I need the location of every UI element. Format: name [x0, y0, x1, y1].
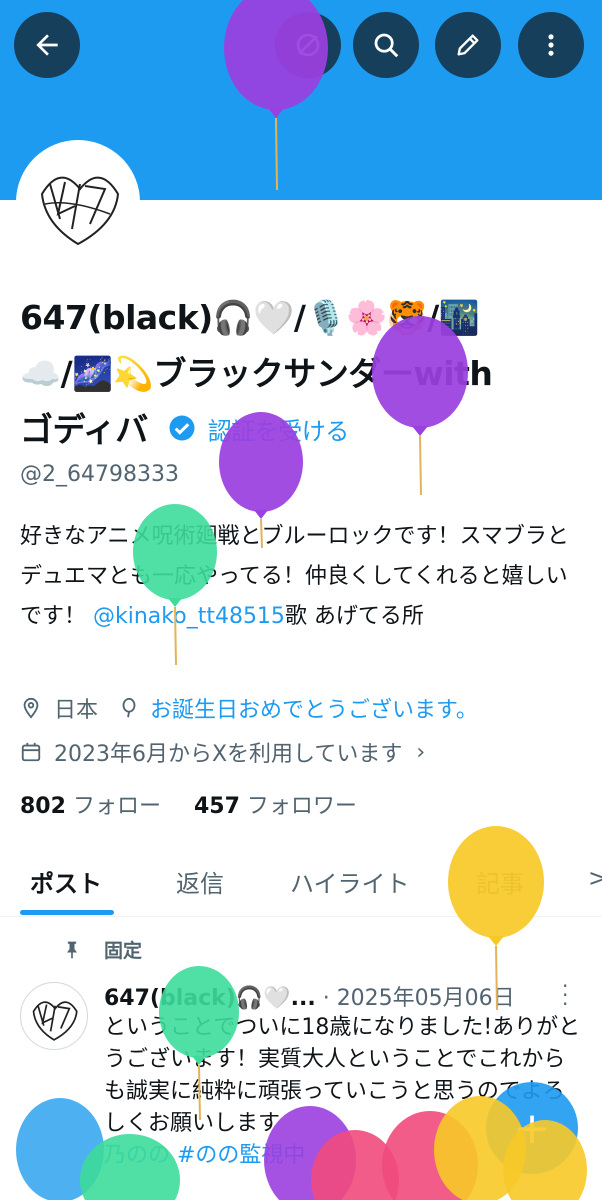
profile-birthday[interactable]: お誕生日おめでとうございます。 [150, 692, 478, 724]
search-icon [374, 33, 399, 58]
profile-location: 日本 [54, 698, 99, 723]
compose-button[interactable]: + [486, 1082, 578, 1174]
profile-handle: @2_64798333 [20, 462, 179, 487]
more-vertical-icon [548, 34, 554, 56]
profile-name: 647(black)🎧🤍/🎙️🌸🐯/🌃 ☁️/🌌💫ブラックサンダーwith ゴデ… [20, 290, 580, 460]
edit-icon [457, 34, 479, 56]
grok-button[interactable] [275, 12, 341, 78]
profile-name-line2: ☁️/🌌💫ブラックサンダーwith [20, 354, 493, 393]
tab-active-indicator [20, 910, 114, 915]
balloon-icon [122, 697, 136, 718]
followers-link[interactable]: 457 フォロワー [194, 794, 357, 819]
bio-mention-link[interactable]: @kinako_tt48515 [93, 604, 285, 629]
followers-count: 457 [193, 794, 240, 819]
search-button[interactable] [353, 12, 419, 78]
profile-joined: 2023年6月からXを利用しています [54, 742, 403, 767]
pinned-label: 固定 [104, 940, 143, 962]
chevron-right-icon: › [416, 739, 426, 765]
followers-label: フォロワー [246, 794, 357, 819]
tab-articles[interactable]: 記事 [476, 864, 524, 899]
profile-tabs: ポスト 返信 ハイライト 記事 > [0, 850, 602, 917]
post-author[interactable]: 647(black)🎧🤍... [104, 986, 316, 1011]
profile-avatar[interactable] [16, 140, 140, 264]
back-button[interactable] [14, 12, 80, 78]
avatar-scribble [32, 1001, 78, 1041]
grok-icon [296, 33, 320, 57]
profile-name-line1: 647(black)🎧🤍/🎙️🌸🐯/🌃 [20, 298, 480, 337]
post-header: 647(black)🎧🤍... · 2025年05月06日 [104, 980, 515, 1012]
profile-name-line3: ゴディバ [20, 410, 148, 449]
profile-joined-row[interactable]: 2023年6月からXを利用しています › [20, 736, 425, 768]
avatar-scribble [40, 176, 120, 246]
profile-meta-row: 日本 お誕生日おめでとうございます。 [20, 692, 478, 724]
more-button[interactable] [518, 12, 584, 78]
profile-bio: 好きなアニメ呪術廻戦とブルーロックです！スマブラとデュエマとも一応やってる！仲良… [20, 517, 585, 637]
pinned-indicator: 固定 [62, 936, 142, 963]
location-icon [23, 697, 39, 719]
verified-badge-icon [167, 404, 197, 460]
post-more-icon[interactable]: · · · [562, 976, 568, 1014]
post-hashtag[interactable]: 乃のの #のの監視中 [104, 1143, 305, 1168]
post-avatar[interactable] [20, 982, 88, 1050]
following-link[interactable]: 802 フォロー [20, 794, 161, 819]
arrow-left-icon [36, 34, 58, 56]
pin-icon [67, 941, 77, 958]
post-date: · 2025年05月06日 [322, 986, 515, 1011]
tab-replies[interactable]: 返信 [176, 864, 224, 899]
edit-profile-button[interactable] [435, 12, 501, 78]
following-count: 802 [20, 794, 66, 819]
tab-posts[interactable]: ポスト [30, 864, 102, 899]
tab-highlights[interactable]: ハイライト [290, 864, 410, 899]
calendar-icon [21, 742, 41, 762]
following-label: フォロー [72, 794, 161, 819]
tabs-scroll-right[interactable]: > [588, 864, 602, 892]
get-verified-link[interactable]: 認証を受ける [208, 418, 350, 446]
bio-text-end: 歌 あげてる所 [284, 604, 424, 629]
follow-stats: 802 フォロー 457 フォロワー [20, 788, 357, 820]
